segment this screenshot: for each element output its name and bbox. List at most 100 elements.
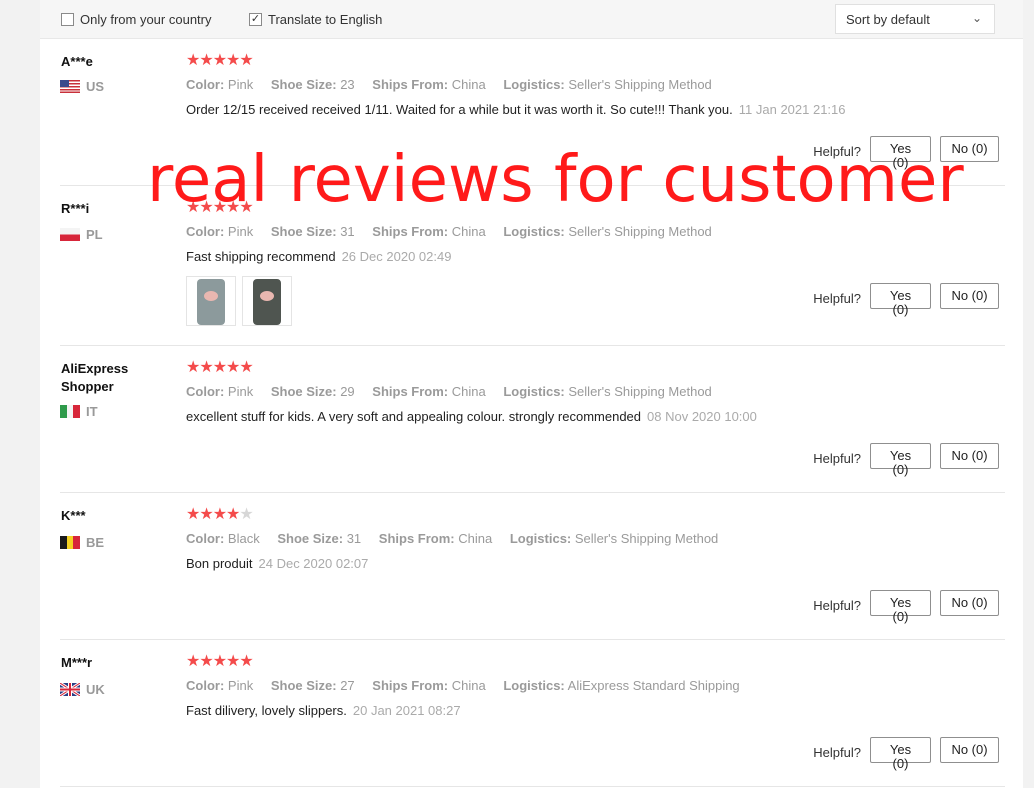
helpful-vote: Helpful? Yes (0) No (0) — [813, 283, 999, 317]
rating-stars: ★★★★★ — [186, 653, 254, 670]
helpful-no-button[interactable]: No (0) — [940, 283, 999, 309]
helpful-label: Helpful? — [813, 597, 861, 613]
shoe-size-value: 27 — [340, 678, 355, 693]
translate-label: Translate to English — [268, 12, 383, 27]
reviewer-name: M***r — [61, 655, 93, 670]
review-body: Bon produit — [186, 556, 253, 571]
star-icon: ★ — [226, 52, 240, 69]
order-details: Color: Pink Shoe Size: 27 Ships From: Ch… — [186, 678, 754, 693]
helpful-label: Helpful? — [813, 290, 861, 306]
logistics-key: Logistics: — [503, 224, 565, 239]
logistics-value: Seller's Shipping Method — [568, 384, 712, 399]
review-item: M***r UK ★★★★★ Color: Pink Shoe Size: 27… — [60, 654, 1005, 787]
helpful-yes-button[interactable]: Yes (0) — [870, 283, 931, 317]
page-gutter — [1023, 0, 1034, 788]
helpful-label: Helpful? — [813, 450, 861, 466]
color-key: Color: — [186, 678, 225, 693]
star-icon: ★ — [212, 52, 227, 69]
color-value: Pink — [227, 224, 254, 239]
shoe-size-key: Shoe Size: — [270, 224, 337, 239]
order-details: Color: Pink Shoe Size: 31 Ships From: Ch… — [186, 224, 726, 239]
logistics-key: Logistics: — [503, 384, 565, 399]
logistics-value: AliExpress Standard Shipping — [567, 678, 740, 693]
country-code: BE — [86, 535, 105, 550]
color-key: Color: — [186, 224, 225, 239]
star-icon: ★ — [226, 506, 240, 523]
translate-checkbox[interactable]: ✓ Translate to English — [249, 12, 382, 27]
ships-from-key: Ships From: — [372, 77, 449, 92]
ships-from-value: China — [451, 77, 486, 92]
color-value: Pink — [227, 384, 254, 399]
review-body: excellent stuff for kids. A very soft an… — [186, 409, 642, 424]
checkbox-checked-icon[interactable]: ✓ — [249, 13, 262, 26]
shoe-size-key: Shoe Size: — [270, 77, 337, 92]
logistics-value: Seller's Shipping Method — [568, 77, 712, 92]
rating-stars: ★★★★★ — [186, 359, 254, 376]
slipper-shape — [260, 291, 274, 301]
helpful-no-button[interactable]: No (0) — [940, 443, 999, 469]
star-icon: ★ — [239, 359, 253, 376]
chevron-down-icon: ⌄ — [971, 11, 982, 25]
slipper-photo-image — [197, 279, 225, 325]
slipper-shape — [204, 291, 218, 301]
review-text: Bon produit 24 Dec 2020 02:07 — [186, 556, 368, 571]
us-flag-icon — [60, 80, 80, 93]
star-icon: ★ — [186, 506, 200, 523]
helpful-yes-button[interactable]: Yes (0) — [870, 590, 931, 624]
helpful-no-button[interactable]: No (0) — [940, 590, 999, 616]
ships-from-key: Ships From: — [372, 384, 449, 399]
logistics-value: Seller's Shipping Method — [568, 224, 712, 239]
star-icon: ★ — [199, 506, 213, 523]
checkbox-unchecked-icon[interactable] — [61, 13, 74, 26]
star-icon: ★ — [239, 52, 253, 69]
sort-selected-value: Sort by default — [846, 12, 930, 27]
it-flag-icon — [60, 405, 80, 418]
reviewer-country: PL — [60, 227, 103, 242]
star-icon: ★ — [199, 359, 213, 376]
review-photo-thumbnail[interactable] — [242, 276, 292, 326]
star-icon: ★ — [199, 52, 213, 69]
color-key: Color: — [186, 384, 225, 399]
star-icon: ★ — [226, 359, 240, 376]
star-icon: ★ — [186, 52, 200, 69]
rating-stars: ★★★★★ — [186, 506, 254, 523]
ships-from-value: China — [451, 224, 486, 239]
star-icon: ★ — [239, 653, 253, 670]
star-empty-icon: ★ — [239, 506, 253, 523]
ships-from-key: Ships From: — [378, 531, 455, 546]
helpful-yes-button[interactable]: Yes (0) — [870, 443, 931, 477]
only-country-checkbox[interactable]: Only from your country — [61, 12, 212, 27]
ships-from-key: Ships From: — [372, 224, 449, 239]
color-value: Pink — [227, 678, 254, 693]
review-date: 20 Jan 2021 08:27 — [352, 703, 461, 718]
country-code: US — [86, 79, 105, 94]
review-date: 11 Jan 2021 21:16 — [738, 102, 846, 117]
logistics-value: Seller's Shipping Method — [574, 531, 719, 546]
review-body: Fast dilivery, lovely slippers. — [186, 703, 347, 718]
review-text: Fast shipping recommend 26 Dec 2020 02:49 — [186, 249, 451, 264]
review-text: excellent stuff for kids. A very soft an… — [186, 409, 757, 424]
pl-flag-icon — [60, 228, 80, 241]
color-key: Color: — [186, 531, 225, 546]
shoe-size-key: Shoe Size: — [270, 678, 337, 693]
be-flag-icon — [60, 536, 80, 549]
helpful-vote: Helpful? Yes (0) No (0) — [813, 590, 999, 624]
shoe-size-value: 31 — [346, 531, 362, 546]
review-photo-thumbnail[interactable] — [186, 276, 236, 326]
review-date: 24 Dec 2020 02:07 — [258, 556, 369, 571]
slipper-photo-image — [253, 279, 281, 325]
review-body: Order 12/15 received received 1/11. Wait… — [186, 102, 733, 117]
shoe-size-key: Shoe Size: — [277, 531, 344, 546]
review-photos — [186, 276, 292, 326]
review-item: R***i PL ★★★★★ Color: Pink Shoe Size: 31… — [60, 200, 1005, 346]
sort-dropdown[interactable]: Sort by default ⌄ — [835, 4, 995, 34]
reviewer-name: K*** — [61, 508, 86, 523]
helpful-no-button[interactable]: No (0) — [940, 737, 999, 763]
star-icon: ★ — [212, 506, 227, 523]
ships-from-value: China — [451, 678, 486, 693]
helpful-yes-button[interactable]: Yes (0) — [870, 737, 931, 771]
shoe-size-value: 23 — [340, 77, 355, 92]
star-icon: ★ — [186, 359, 200, 376]
color-key: Color: — [186, 77, 225, 92]
helpful-vote: Helpful? Yes (0) No (0) — [813, 443, 999, 477]
